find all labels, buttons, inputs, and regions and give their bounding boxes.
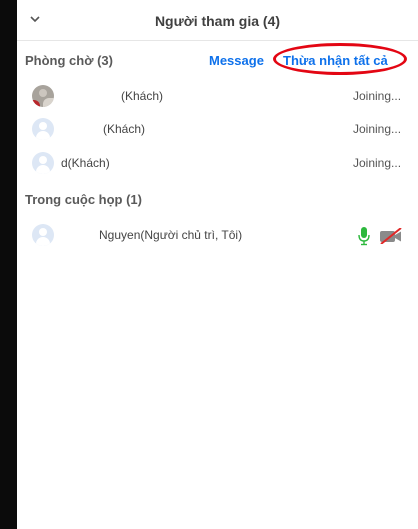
- avatar: [32, 118, 54, 140]
- participant-status: Joining...: [353, 122, 402, 136]
- video-off-icon[interactable]: [379, 228, 403, 244]
- participant-status: Joining...: [353, 156, 402, 170]
- header-divider: [17, 40, 418, 41]
- message-button[interactable]: Message: [209, 53, 264, 68]
- in-meeting-title: Trong cuộc họp (1): [25, 192, 142, 207]
- meeting-participant-row[interactable]: Nguyen(Người chủ trì, Tôi): [17, 218, 418, 250]
- left-edge-strip: [0, 0, 17, 529]
- admit-all-button[interactable]: Thừa nhận tất cả: [283, 53, 388, 68]
- mic-on-icon[interactable]: [357, 226, 371, 246]
- participant-name: (Khách): [103, 122, 146, 136]
- panel-header: Người tham gia (4): [17, 0, 418, 40]
- participant-name: Nguyen(Người chủ trì, Tôi): [99, 228, 243, 242]
- avatar: [32, 152, 54, 174]
- waiting-participant-row[interactable]: (Khách) Joining...: [17, 79, 418, 111]
- waiting-participant-row[interactable]: (Khách) Joining...: [17, 112, 418, 144]
- avatar: [32, 224, 54, 246]
- participant-name: (Khách): [121, 89, 164, 103]
- participant-name: d(Khách): [61, 156, 110, 170]
- waiting-room-title: Phòng chờ (3): [25, 53, 113, 68]
- participants-panel: Người tham gia (4) Phòng chờ (3) Message…: [17, 0, 418, 529]
- panel-title: Người tham gia (4): [154, 13, 281, 29]
- participant-status: Joining...: [353, 89, 402, 103]
- avatar: [32, 85, 54, 107]
- waiting-participant-row[interactable]: d(Khách) Joining...: [17, 146, 418, 178]
